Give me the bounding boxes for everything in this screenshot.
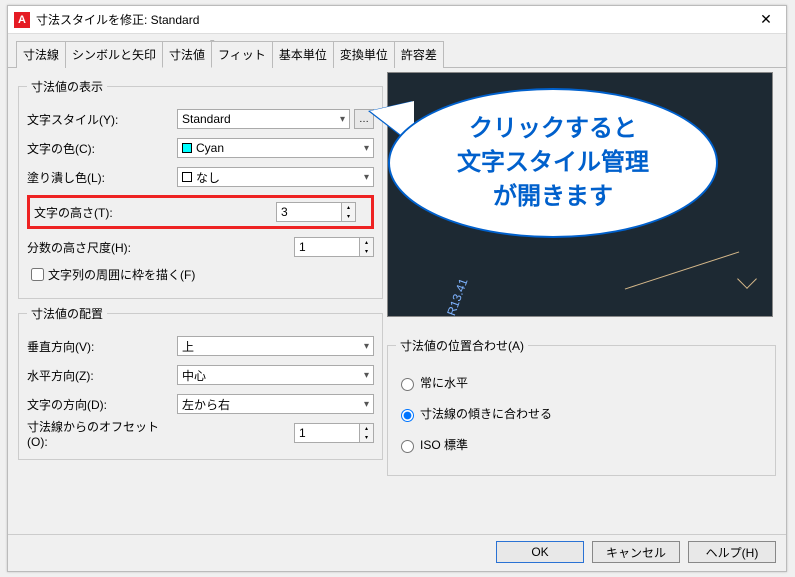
spinner-text-height[interactable]: 3 ▴▾	[276, 202, 356, 222]
radio-iso[interactable]	[401, 440, 414, 453]
tab-tol[interactable]: 許容差	[394, 41, 444, 68]
tab-fit[interactable]: フィット	[211, 41, 273, 68]
radio-horizontal[interactable]	[401, 378, 414, 391]
combo-color-value: Cyan	[196, 141, 224, 155]
legend-alignment: 寸法値の位置合わせ(A)	[396, 337, 528, 354]
combo-text-style-value: Standard	[182, 112, 231, 126]
legend-display: 寸法値の表示	[27, 78, 107, 95]
fill-swatch-icon	[182, 172, 192, 182]
label-fraction: 分数の高さ尺度(H):	[27, 239, 177, 256]
tab-primary[interactable]: 基本単位	[272, 41, 334, 68]
callout-balloon: クリックすると 文字スタイル管理 が開きます	[358, 73, 718, 253]
balloon-line2: 文字スタイル管理	[457, 149, 649, 176]
preview-dim-line	[625, 251, 739, 289]
combo-vertical-value: 上	[182, 338, 194, 355]
tab-dimlines[interactable]: 寸法線	[16, 41, 66, 68]
window-title: 寸法スタイルを修正: Standard	[36, 11, 746, 28]
spinner-offset[interactable]: 1 ▴▾	[294, 423, 374, 443]
radio-aligned[interactable]	[401, 409, 414, 422]
combo-direction[interactable]: 左から右	[177, 394, 374, 414]
text-height-value: 3	[281, 205, 288, 219]
legend-placement: 寸法値の配置	[27, 305, 107, 322]
group-alignment: 寸法値の位置合わせ(A) 常に水平 寸法線の傾きに合わせる ISO 標準	[387, 337, 776, 476]
label-text-style: 文字スタイル(Y):	[27, 111, 177, 128]
updown-icon[interactable]: ▴▾	[359, 424, 373, 442]
balloon-body: クリックすると 文字スタイル管理 が開きます	[388, 88, 718, 238]
preview-radius-label: R13.41	[444, 276, 470, 317]
tab-text[interactable]: 寸法値	[162, 41, 212, 68]
radio-horizontal-label: 常に水平	[420, 374, 468, 391]
app-icon: A	[14, 12, 30, 28]
radio-aligned-label: 寸法線の傾きに合わせる	[420, 405, 552, 422]
highlight-text-height: 文字の高さ(T): 3 ▴▾	[27, 195, 374, 229]
ok-button[interactable]: OK	[496, 541, 584, 563]
tab-strip: 寸法線 シンボルと矢印 寸法値 フィット 基本単位 変換単位 許容差	[8, 34, 786, 68]
title-bar: A 寸法スタイルを修正: Standard ✕	[8, 6, 786, 34]
label-fill-color: 塗り潰し色(L):	[27, 169, 177, 186]
dialog-footer: OK キャンセル ヘルプ(H)	[8, 534, 786, 571]
fraction-value: 1	[299, 240, 306, 254]
preview-arrow-icon	[737, 269, 757, 289]
checkbox-frame[interactable]	[31, 268, 44, 281]
label-direction: 文字の方向(D):	[27, 396, 177, 413]
preview-canvas: R13.41 クリックすると 文字スタイル管理 が開きます	[387, 72, 773, 317]
updown-icon[interactable]: ▴▾	[341, 203, 355, 221]
combo-text-style[interactable]: Standard	[177, 109, 350, 129]
label-text-color: 文字の色(C):	[27, 140, 177, 157]
combo-text-color[interactable]: Cyan	[177, 138, 374, 158]
dialog-window: A 寸法スタイルを修正: Standard ✕ ↖ 寸法線 シンボルと矢印 寸法…	[7, 5, 787, 572]
combo-horizontal-value: 中心	[182, 367, 206, 384]
label-vertical: 垂直方向(V):	[27, 338, 177, 355]
color-swatch-icon	[182, 143, 192, 153]
help-button[interactable]: ヘルプ(H)	[688, 541, 776, 563]
group-text-placement: 寸法値の配置 垂直方向(V): 上 水平方向(Z): 中心 文字の方向(D):	[18, 305, 383, 460]
offset-value: 1	[299, 426, 306, 440]
combo-fill-color[interactable]: なし	[177, 167, 374, 187]
label-offset: 寸法線からのオフセット(O):	[27, 418, 177, 449]
cancel-button[interactable]: キャンセル	[592, 541, 680, 563]
balloon-line1: クリックすると	[469, 115, 637, 142]
group-text-display: 寸法値の表示 文字スタイル(Y): Standard … 文字の色(C): Cy…	[18, 78, 383, 299]
close-button[interactable]: ✕	[746, 6, 786, 34]
combo-horizontal[interactable]: 中心	[177, 365, 374, 385]
tab-alt[interactable]: 変換単位	[333, 41, 395, 68]
balloon-line3: が開きます	[493, 183, 613, 210]
label-frame: 文字列の周囲に枠を描く(F)	[48, 266, 195, 283]
combo-direction-value: 左から右	[182, 396, 230, 413]
label-horizontal: 水平方向(Z):	[27, 367, 177, 384]
combo-vertical[interactable]: 上	[177, 336, 374, 356]
radio-iso-label: ISO 標準	[420, 436, 468, 453]
combo-fill-value: なし	[196, 169, 220, 186]
label-text-height: 文字の高さ(T):	[34, 204, 276, 221]
tab-symbols[interactable]: シンボルと矢印	[65, 41, 163, 68]
